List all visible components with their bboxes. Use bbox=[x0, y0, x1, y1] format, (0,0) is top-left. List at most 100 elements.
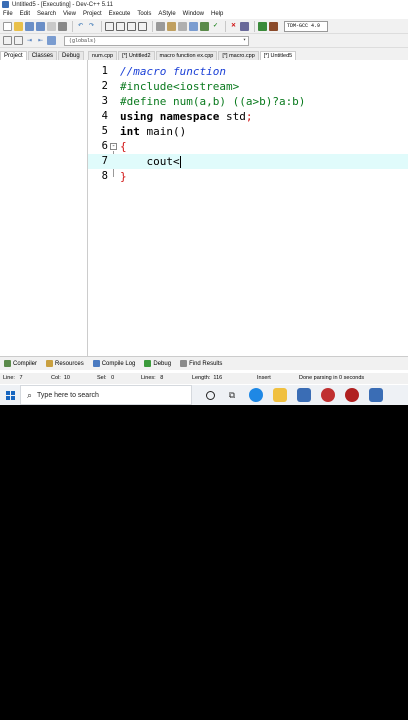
replace-icon[interactable] bbox=[116, 21, 125, 31]
start-button[interactable] bbox=[0, 385, 20, 405]
run-icon[interactable] bbox=[178, 21, 187, 31]
profile-delete-icon[interactable] bbox=[269, 21, 278, 31]
status-length: Length: 116 bbox=[192, 375, 222, 381]
code-line-5: 5 int main() bbox=[88, 124, 408, 139]
symbol: ; bbox=[245, 110, 253, 123]
rebuild-icon[interactable] bbox=[200, 21, 209, 31]
indent-icon[interactable]: ⇥ bbox=[25, 36, 34, 45]
menu-tools[interactable]: Tools bbox=[137, 11, 151, 17]
menu-window[interactable]: Window bbox=[183, 11, 204, 17]
menu-edit[interactable]: Edit bbox=[20, 11, 30, 17]
stop-execution-icon[interactable]: ✕ bbox=[229, 22, 238, 31]
project-panel[interactable] bbox=[0, 60, 88, 356]
search-placeholder: Type here to search bbox=[37, 391, 99, 399]
bookmark-icon[interactable] bbox=[47, 36, 56, 45]
tab-find-results[interactable]: Find Results bbox=[180, 360, 222, 367]
windows-logo-icon bbox=[5, 390, 15, 400]
menu-search[interactable]: Search bbox=[37, 11, 56, 17]
code-text: #include<iostream> bbox=[120, 80, 240, 93]
tab-label: Debug bbox=[153, 360, 172, 367]
find-results-icon bbox=[180, 360, 188, 367]
status-sel: Sel: 0 bbox=[97, 375, 114, 381]
close-file-icon[interactable] bbox=[47, 21, 56, 31]
redo-icon[interactable]: ↷ bbox=[87, 22, 96, 31]
unindent-icon[interactable]: ⇤ bbox=[36, 36, 45, 45]
line-number: 1 bbox=[101, 65, 108, 77]
status-bar: Line: 7 Col: 10 Sel: 0 Lines: 8 Length: … bbox=[0, 373, 408, 384]
status-col-value: 10 bbox=[63, 375, 70, 381]
menu-astyle[interactable]: AStyle bbox=[158, 11, 175, 17]
code-line-1: 1 //macro function bbox=[88, 64, 408, 79]
status-length-label: Length: bbox=[192, 375, 211, 381]
code-text: //macro function bbox=[120, 65, 226, 78]
file-tab-macro-cpp[interactable]: [*] macro.cpp bbox=[218, 51, 259, 60]
main-toolbar: ↶ ↷ ✓ ✕ TDM-GCC 4.9 bbox=[0, 19, 408, 34]
line-number: 2 bbox=[101, 80, 108, 92]
undo-icon[interactable]: ↶ bbox=[76, 22, 85, 31]
recording-app-icon[interactable] bbox=[345, 388, 359, 402]
code-text: int main() bbox=[120, 124, 186, 139]
compile-icon[interactable] bbox=[167, 21, 176, 31]
status-mode: Insert bbox=[257, 375, 271, 381]
find-icon[interactable] bbox=[105, 21, 114, 31]
status-line: Line: 7 bbox=[3, 375, 23, 381]
search-icon: ⌕ bbox=[27, 389, 33, 400]
menu-help[interactable]: Help bbox=[211, 11, 223, 17]
windows-taskbar: ⌕ Type here to search ⧉ bbox=[0, 385, 408, 405]
check-icon[interactable]: ✓ bbox=[211, 22, 220, 31]
code-text: cout< bbox=[120, 154, 181, 169]
tab-compiler[interactable]: Compiler bbox=[4, 360, 37, 367]
file-tab-num-cpp[interactable]: num.cpp bbox=[88, 51, 118, 60]
save-all-icon[interactable] bbox=[36, 21, 45, 31]
new-file-icon[interactable] bbox=[3, 21, 12, 31]
status-lines: Lines: 8 bbox=[141, 375, 163, 381]
tab-project[interactable]: Project bbox=[0, 51, 27, 60]
tab-debug-output[interactable]: Debug bbox=[144, 360, 171, 367]
toolbar-separator bbox=[152, 20, 153, 32]
code-editor[interactable]: 1 //macro function 2 #include<iostream> … bbox=[88, 60, 408, 356]
status-col-label: Col: bbox=[51, 375, 61, 381]
compile-run-icon[interactable] bbox=[189, 21, 198, 31]
status-sel-label: Sel: bbox=[97, 375, 107, 381]
goto-icon[interactable] bbox=[127, 21, 136, 31]
file-tab-untitled2[interactable]: [*] Untitled2 bbox=[118, 51, 155, 60]
menu-project[interactable]: Project bbox=[83, 11, 102, 17]
open-folder-icon[interactable] bbox=[14, 21, 23, 31]
new-project-icon[interactable] bbox=[3, 36, 12, 45]
tab-resources[interactable]: Resources bbox=[46, 360, 84, 367]
insert-icon[interactable] bbox=[14, 36, 23, 45]
menu-view[interactable]: View bbox=[63, 11, 76, 17]
compiler-select[interactable]: TDM-GCC 4.9 bbox=[284, 20, 328, 32]
taskbar-search[interactable]: ⌕ Type here to search bbox=[20, 385, 192, 405]
tab-label: Find Results bbox=[189, 360, 223, 367]
line-number: 6 bbox=[101, 140, 108, 152]
tab-label: Compile Log bbox=[101, 360, 136, 367]
task-view-icon[interactable]: ⧉ bbox=[225, 388, 239, 402]
devcpp-taskbar-icon[interactable] bbox=[369, 388, 383, 402]
status-line-value: 7 bbox=[19, 375, 23, 381]
profile-chart-icon[interactable] bbox=[258, 21, 267, 31]
tab-debug[interactable]: Debug bbox=[58, 51, 84, 60]
print-icon[interactable] bbox=[58, 21, 67, 31]
debug-icon[interactable] bbox=[240, 21, 249, 31]
title-bar: Untitled5 - [Executing] - Dev-C++ 5.11 bbox=[0, 0, 408, 9]
store-icon[interactable] bbox=[297, 388, 311, 402]
menu-execute[interactable]: Execute bbox=[109, 11, 131, 17]
file-explorer-icon[interactable] bbox=[273, 388, 287, 402]
search-files-icon[interactable] bbox=[138, 21, 147, 31]
edge-browser-icon[interactable] bbox=[249, 388, 263, 402]
file-tab-untitled5[interactable]: [*] Untitled5 bbox=[259, 51, 297, 60]
menu-bar: File Edit Search View Project Execute To… bbox=[0, 9, 408, 19]
menu-file[interactable]: File bbox=[3, 11, 13, 17]
tab-classes[interactable]: Classes bbox=[27, 51, 58, 60]
fold-minus-icon[interactable]: - bbox=[110, 143, 117, 150]
tab-compile-log[interactable]: Compile Log bbox=[92, 360, 136, 367]
scope-select[interactable]: (globals) ▾ bbox=[64, 35, 249, 46]
code-line-7: 7 cout< bbox=[88, 154, 408, 169]
file-tab-macro-function-ex[interactable]: macro function ex.cpp bbox=[155, 51, 218, 60]
save-icon[interactable] bbox=[25, 21, 34, 31]
line-number: 4 bbox=[101, 110, 108, 122]
chrome-icon[interactable] bbox=[321, 388, 335, 402]
cortana-icon[interactable] bbox=[206, 390, 215, 400]
grid-icon[interactable] bbox=[156, 21, 165, 31]
